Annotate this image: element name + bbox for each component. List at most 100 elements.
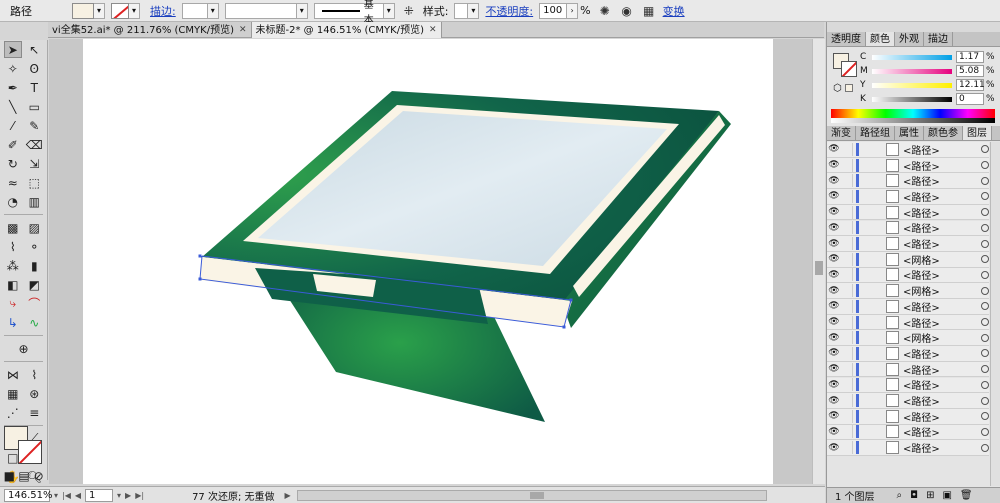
new-sublayer-icon[interactable]: ⊞ [926, 490, 934, 501]
page-field[interactable]: 1 [85, 488, 114, 502]
layer-row[interactable]: 👁︎ <路径> [827, 157, 989, 174]
target-icon[interactable] [981, 239, 989, 248]
layer-row[interactable]: 👁︎ <路径> [827, 314, 989, 331]
canvas[interactable] [49, 39, 824, 484]
chevron-down-icon[interactable]: ▾ [129, 2, 140, 19]
locate-object-icon[interactable]: ⌕ [897, 490, 903, 501]
polar-grid-tool-icon[interactable]: ⊛ [25, 385, 43, 402]
line-tool-icon[interactable]: ╲ [4, 98, 22, 115]
eye-icon[interactable]: 👁︎ [827, 207, 841, 217]
chevron-down-icon[interactable]: ▾ [468, 2, 480, 19]
flare-tool-icon[interactable]: ⋰ [4, 404, 22, 421]
layer-name[interactable]: <网格> [903, 283, 940, 298]
stroke-swatch-large[interactable] [18, 440, 42, 464]
layer-row[interactable]: 👁︎ <路径> [827, 424, 989, 441]
stroke-swatch-group[interactable]: ▾ [111, 0, 140, 22]
lock-toggle[interactable] [841, 441, 853, 455]
eye-icon[interactable]: 👁︎ [827, 333, 841, 343]
layer-row[interactable]: 👁︎ <路径> [827, 220, 989, 237]
lock-toggle[interactable] [841, 142, 853, 156]
target-icon[interactable] [981, 255, 989, 264]
layer-name[interactable]: <路径> [903, 236, 940, 251]
stroke-none-swatch[interactable] [111, 2, 129, 19]
eraser-tool-icon[interactable]: ⌫ [25, 136, 43, 153]
chevron-down-icon[interactable]: ▾ [54, 491, 58, 500]
none-mode-icon[interactable]: ⊘ [31, 467, 46, 484]
target-icon[interactable] [981, 223, 989, 232]
first-page-icon[interactable]: |◀ [62, 491, 71, 500]
status-menu-icon[interactable]: ▶ [285, 491, 291, 500]
target-icon[interactable] [981, 176, 989, 185]
blue-path-tool-icon[interactable]: ↳ [4, 314, 22, 331]
eye-icon[interactable]: 👁︎ [827, 286, 841, 296]
target-icon[interactable] [981, 145, 989, 154]
lock-toggle[interactable] [841, 174, 853, 188]
stroke-color-swatch[interactable] [841, 61, 857, 77]
channel-y[interactable]: Y 12.11 % [860, 79, 995, 91]
lock-toggle[interactable] [841, 346, 853, 360]
layer-row[interactable]: 👁︎ <路径> [827, 408, 989, 425]
layer-row[interactable]: 👁︎ <路径> [827, 189, 989, 205]
layer-name[interactable]: <路径> [903, 220, 940, 235]
eye-icon[interactable]: 👁︎ [827, 411, 841, 421]
layer-name[interactable]: <路径> [903, 173, 940, 188]
lock-toggle[interactable] [841, 409, 853, 423]
column-graph-tool-icon[interactable]: ▮ [25, 257, 43, 274]
fill-swatch-group[interactable]: ▾ [72, 0, 105, 22]
width-tool-icon[interactable]: ≈ [4, 174, 22, 191]
lock-toggle[interactable] [841, 221, 853, 235]
target-icon[interactable] [981, 443, 989, 452]
layer-row[interactable]: 👁︎ <路径> [827, 204, 989, 221]
artboard[interactable] [83, 39, 773, 484]
direct-selection-tool-icon[interactable]: ↖ [25, 41, 43, 58]
last-color-swatch[interactable] [845, 84, 853, 92]
prev-page-icon[interactable]: ◀ [75, 491, 81, 500]
opacity-input[interactable]: 100 [539, 2, 568, 19]
red-path-tool-icon[interactable]: ⤷ [4, 295, 22, 312]
color-mode-icon[interactable]: ■ [2, 467, 17, 484]
eye-icon[interactable]: 👁︎ [827, 396, 841, 406]
lasso-tool-icon[interactable]: ʘ [25, 60, 43, 77]
layer-name[interactable]: <路径> [903, 142, 940, 157]
tab-color-guide[interactable]: 颜色参 [924, 126, 963, 140]
chevron-down-icon[interactable]: ▾ [117, 491, 121, 500]
target-icon[interactable] [981, 286, 989, 295]
target-icon[interactable] [981, 208, 989, 217]
layer-row[interactable]: 👁︎ <网格> [827, 283, 989, 299]
eye-icon[interactable]: 👁︎ [827, 301, 841, 311]
lock-toggle[interactable] [841, 252, 853, 266]
recolor-icon[interactable]: ✺ [597, 3, 613, 19]
vertical-scrollbar[interactable] [812, 39, 825, 484]
layer-row[interactable]: 👁︎ <路径> [827, 393, 989, 409]
chevron-down-icon[interactable]: ▾ [207, 2, 219, 19]
channel-slider[interactable] [872, 96, 952, 102]
eye-icon[interactable]: 👁︎ [827, 176, 841, 186]
channel-c[interactable]: C 1.17 % [860, 51, 995, 63]
layer-name[interactable]: <路径> [903, 409, 940, 424]
layer-name[interactable]: <路径> [903, 189, 940, 204]
target-icon[interactable] [981, 270, 989, 279]
lock-toggle[interactable] [841, 158, 853, 172]
kiosk-illustration[interactable] [83, 39, 773, 484]
layer-row[interactable]: 👁︎ <网格> [827, 251, 989, 268]
blob-brush-tool-icon[interactable]: ✐ [4, 136, 22, 153]
eye-icon[interactable]: 👁︎ [827, 191, 841, 201]
eye-icon[interactable]: 👁︎ [827, 427, 841, 437]
target-icon[interactable] [981, 412, 989, 421]
lock-toggle[interactable] [841, 378, 853, 392]
anchor-point[interactable] [198, 277, 202, 281]
channel-slider[interactable] [872, 54, 952, 60]
layer-row[interactable]: 👁︎ <路径> [827, 440, 989, 456]
layer-name[interactable]: <路径> [903, 205, 940, 220]
eye-icon[interactable]: 👁︎ [827, 144, 841, 154]
style-swatch-group[interactable]: ▾ [454, 0, 480, 22]
channel-m[interactable]: M 5.08 % [860, 65, 995, 77]
target-icon[interactable] [981, 192, 989, 201]
tab-transparency[interactable]: 透明度 [827, 32, 866, 46]
opacity-link[interactable]: 不透明度: [485, 0, 533, 22]
warp-tool-icon[interactable]: ⋈ [4, 366, 22, 383]
tab-color[interactable]: 颜色 [866, 32, 895, 46]
pen-tool-icon[interactable]: ✒ [4, 79, 22, 96]
crosshair-tool-icon[interactable]: ⊕ [15, 340, 33, 357]
lock-toggle[interactable] [841, 299, 853, 313]
